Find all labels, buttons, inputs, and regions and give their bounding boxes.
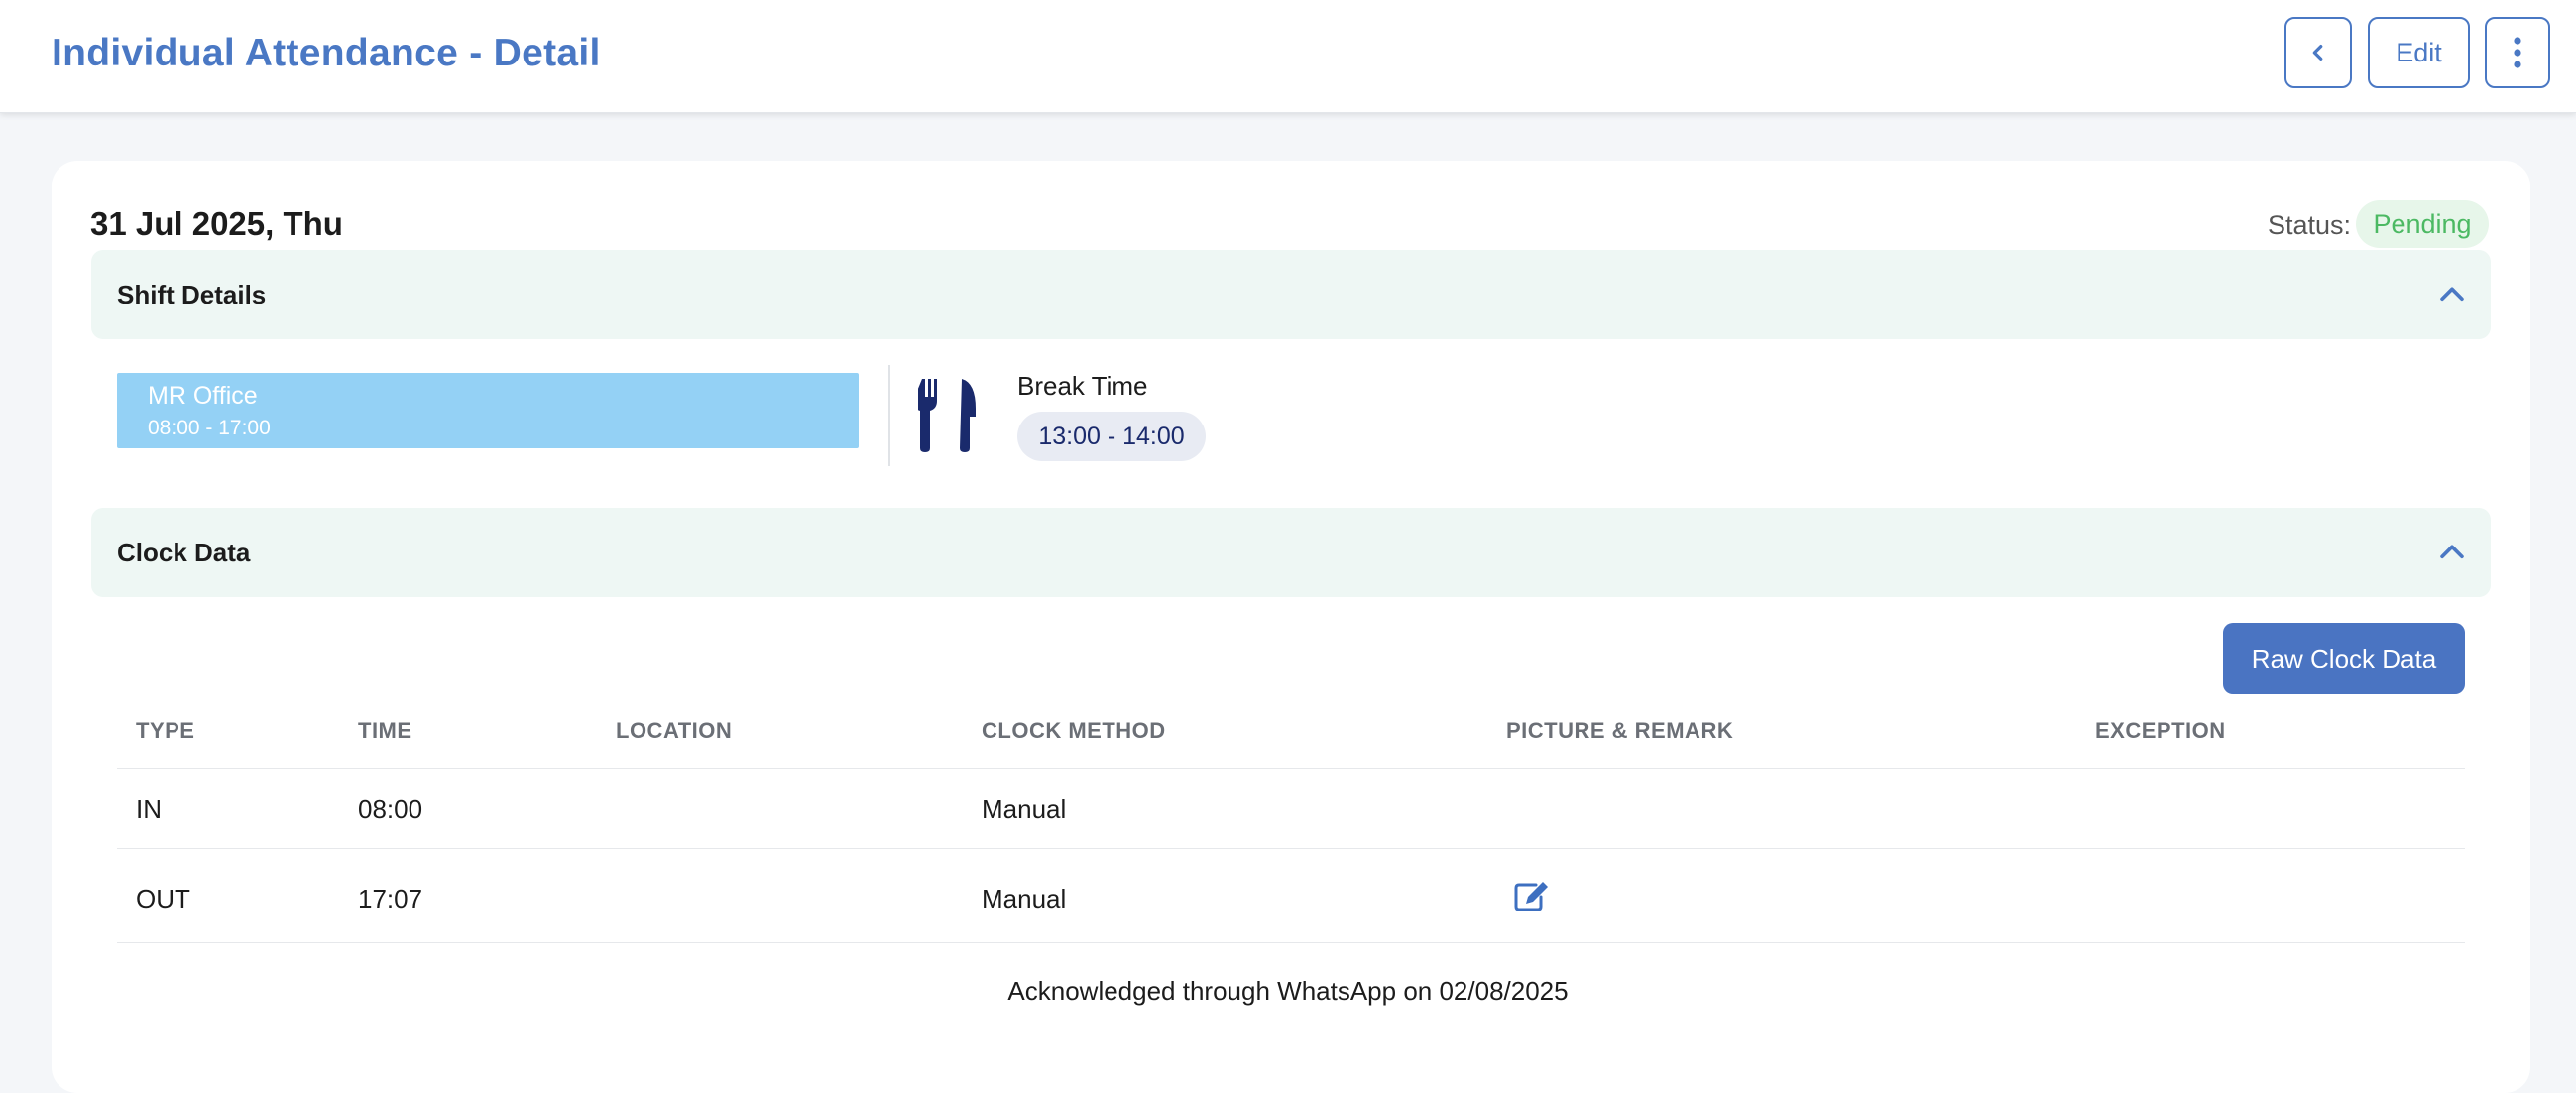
attendance-date: 31 Jul 2025, Thu xyxy=(90,205,343,242)
shift-details-label: Shift Details xyxy=(117,280,267,309)
shift-block: MR Office 08:00 - 17:00 xyxy=(117,373,859,448)
row-out-type: OUT xyxy=(136,884,190,913)
acknowledgement-note: Acknowledged through WhatsApp on 02/08/2… xyxy=(1007,976,1569,1006)
row-in-time: 08:00 xyxy=(358,794,423,824)
column-header-location: LOCATION xyxy=(616,718,733,743)
break-time-badge: 13:00 - 14:00 xyxy=(1017,412,1206,461)
column-header-type: TYPE xyxy=(136,718,195,743)
back-button[interactable] xyxy=(2284,17,2352,88)
row-out-time: 17:07 xyxy=(358,884,423,913)
column-header-exception: EXCEPTION xyxy=(2095,718,2226,743)
page-title: Individual Attendance - Detail xyxy=(52,32,601,74)
row-in-method: Manual xyxy=(982,794,1067,824)
chevron-up-icon[interactable] xyxy=(2435,278,2469,311)
status-badge: Pending xyxy=(2356,200,2489,248)
status-label: Status: xyxy=(2268,210,2352,240)
clock-data-header[interactable]: Clock Data xyxy=(91,508,2491,597)
chevron-left-icon xyxy=(2312,44,2323,61)
edit-button[interactable]: Edit xyxy=(2368,17,2470,88)
table-divider xyxy=(117,848,2465,849)
shift-details-header[interactable]: Shift Details xyxy=(91,250,2491,339)
column-header-clock-method: CLOCK METHOD xyxy=(982,718,1166,743)
more-options-button[interactable] xyxy=(2485,17,2550,88)
top-bar: Individual Attendance - Detail Edit xyxy=(0,0,2576,113)
row-in-type: IN xyxy=(136,794,162,824)
table-divider xyxy=(117,942,2465,943)
vertical-dots-icon xyxy=(2514,37,2521,68)
clock-data-label: Clock Data xyxy=(117,538,251,567)
fork-knife-icon xyxy=(918,379,976,452)
shift-name: MR Office xyxy=(148,382,258,410)
column-header-time: TIME xyxy=(358,718,412,743)
divider xyxy=(888,365,890,466)
break-time-label: Break Time xyxy=(1017,371,1148,401)
edit-note-icon[interactable] xyxy=(1514,880,1550,911)
table-divider xyxy=(117,768,2465,769)
raw-clock-data-button[interactable]: Raw Clock Data xyxy=(2223,623,2465,694)
chevron-up-icon[interactable] xyxy=(2435,536,2469,569)
row-out-method: Manual xyxy=(982,884,1067,913)
column-header-picture-remark: PICTURE & REMARK xyxy=(1506,718,1734,743)
shift-time: 08:00 - 17:00 xyxy=(148,417,271,439)
